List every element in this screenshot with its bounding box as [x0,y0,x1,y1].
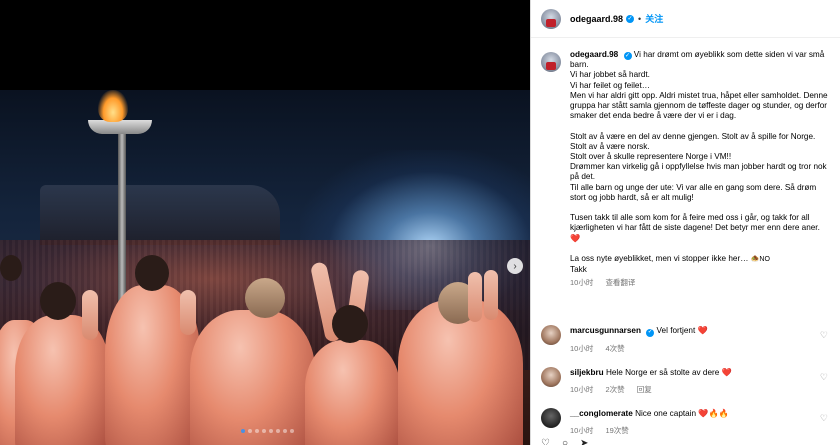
verified-badge-icon: ✓ [623,52,632,61]
heart-outline-icon[interactable]: ♡ [820,413,828,424]
player-head [135,255,169,291]
player-head [332,305,368,343]
comment-meta: 10小时 19次赞 [570,425,825,436]
avatar[interactable] [541,408,561,428]
share-icon[interactable]: ➤ [580,438,588,445]
next-slide-button[interactable]: › [507,258,523,274]
caption-username[interactable]: odegaard.98 [570,50,618,59]
avatar[interactable] [541,325,561,345]
caption-paragraph: Takk [570,265,587,275]
like-icon[interactable]: ♡ [541,438,550,445]
comment-username[interactable]: marcusgunnarsen [570,326,641,335]
comment-time: 10小时 [570,385,594,394]
comment-likes[interactable]: 2次赞 [605,385,624,394]
verified-badge-icon: ✓ [646,328,655,337]
caption-paragraph: La oss nyte øyeblikket, men vi stopper i… [570,254,832,265]
torch-flame [98,90,128,122]
comment-text: Hele Norge er så stolte av dere [605,368,720,377]
raised-arm [82,290,98,340]
carousel-dot [262,429,266,433]
post-caption: odegaard.98 ✓ Vi har drømt om øyeblikk s… [541,50,836,289]
player-head [0,255,22,281]
comment: siljekbru Hele Norge er så stolte av der… [541,367,836,395]
caption-paragraph: Stolt av å være en del av denne gjengen.… [570,131,827,202]
raised-arm [468,272,482,322]
caption-paragraph: Tusen takk til alle som kom for å feire … [570,213,832,244]
comment-time: 10小时 [570,343,594,353]
avatar[interactable] [541,367,561,387]
carousel-dot [283,429,287,433]
carousel-dot [255,429,259,433]
caption-text: La oss nyte øyeblikket, men vi stopper i… [570,254,749,264]
background-buildings [40,185,280,245]
player-figure [305,340,400,445]
torch-bowl [88,120,152,134]
instagram-post-view: › odegaard.98 ✓ • 关注 odegaard.98 ✓ Vi ha… [0,0,840,445]
carousel-dots [241,429,294,433]
comment-likes[interactable]: 19次赞 [605,426,628,435]
verified-badge-icon: ✓ [626,14,635,23]
action-bar: ♡ ○ ➤ [541,438,588,445]
player-head [40,282,76,320]
carousel-dot [241,429,245,433]
avatar[interactable] [541,52,561,72]
chevron-right-icon: › [513,260,517,272]
comment-emoji: ❤️ [697,326,708,335]
comment-text: Nice one captain [635,409,697,418]
comment-username[interactable]: siljekbru [570,368,604,377]
comment: __conglomerate Nice one captain ❤️🔥🔥 10小… [541,408,836,436]
player-figure [190,310,315,445]
avatar[interactable] [541,8,561,29]
comment-meta: 10小时 4次赞 [570,343,825,354]
heart-outline-icon[interactable]: ♡ [820,372,828,383]
carousel-dot [248,429,252,433]
see-translation-link[interactable]: 查看翻译 [605,278,635,287]
comment-time: 10小时 [570,426,594,435]
comment-likes[interactable]: 4次赞 [605,344,624,353]
caption-paragraph: odegaard.98 ✓ Vi har drømt om øyeblikk s… [570,50,832,121]
post-media: › [0,0,530,445]
comment-body: marcusgunnarsen ✓ Vel fortjent ❤️ 10小时 4… [570,325,825,354]
comment-meta: 10小时 2次赞 回复 [570,384,825,395]
post-header: odegaard.98 ✓ • 关注 [531,0,840,38]
raised-arm [180,290,196,335]
comment-body: __conglomerate Nice one captain ❤️🔥🔥 10小… [570,408,825,436]
caption-text: Tusen takk til alle som kom for å feire … [570,213,820,233]
comment-emoji: ❤️🔥🔥 [698,409,729,418]
post-photo [0,90,530,445]
comment-icon[interactable]: ○ [562,438,568,445]
follow-button[interactable]: 关注 [645,12,663,25]
comment: marcusgunnarsen ✓ Vel fortjent ❤️ 10小时 4… [541,325,836,354]
reply-link[interactable]: 回复 [637,385,652,394]
caption-text: Vi har drømt om øyeblikk som dette siden… [570,50,828,121]
carousel-dot [276,429,280,433]
separator-dot: • [638,13,642,24]
carousel-dot [290,429,294,433]
caption-body: odegaard.98 ✓ Vi har drømt om øyeblikk s… [570,50,832,289]
heart-emoji: ❤️ [570,233,581,243]
caption-meta: 10小时 查看翻译 [570,278,832,288]
post-time: 10小时 [570,278,594,288]
raised-arm [484,270,498,320]
carousel-dot [269,429,273,433]
heart-outline-icon[interactable]: ♡ [820,330,828,341]
comment-text: Vel fortjent [656,326,696,335]
comment-body: siljekbru Hele Norge er så stolte av der… [570,367,825,395]
comment-username[interactable]: __conglomerate [570,409,633,418]
caption-emoji: 🧆NO [750,256,770,264]
post-side-panel: odegaard.98 ✓ • 关注 odegaard.98 ✓ Vi har … [530,0,840,445]
comment-emoji: ❤️ [721,368,732,377]
player-head [245,278,285,318]
author-username[interactable]: odegaard.98 [570,14,623,24]
